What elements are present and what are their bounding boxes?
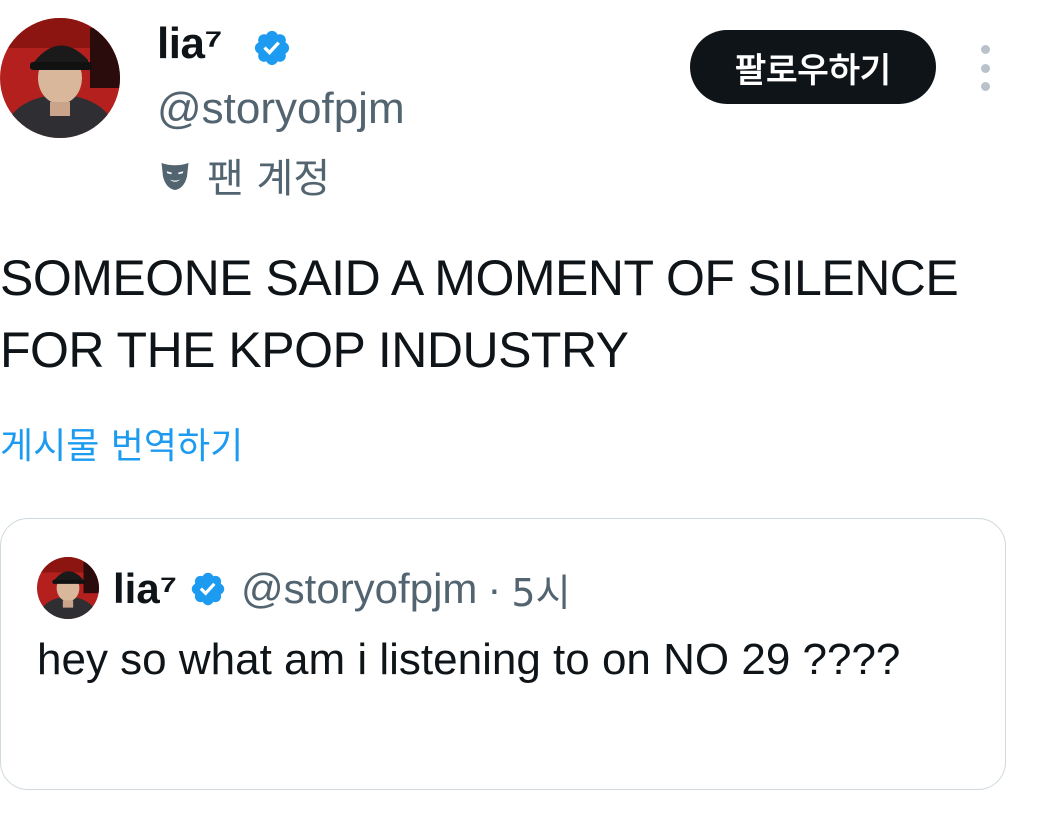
author-display-name[interactable]: lia⁷ — [157, 14, 223, 74]
more-dot — [980, 82, 990, 91]
separator-dot: · — [487, 565, 502, 612]
verified-badge-icon — [254, 30, 290, 66]
account-label-text: 팬 계정 — [207, 156, 331, 202]
follow-button[interactable]: 팔로우하기 — [690, 30, 936, 104]
more-options-icon[interactable] — [970, 45, 1000, 91]
author-avatar[interactable] — [0, 18, 120, 138]
post-text: SOMEONE SAID A MOMENT OF SILENCE FOR THE… — [0, 250, 959, 378]
quoted-author-name: lia⁷ — [113, 565, 178, 612]
quoted-author-handle: @storyofpjm — [241, 565, 478, 612]
translate-post-link[interactable]: 게시물 번역하기 — [0, 422, 243, 472]
author-handle[interactable]: @storyofpjm — [157, 80, 405, 138]
more-dot — [980, 45, 990, 54]
account-label: 팬 계정 — [157, 150, 330, 202]
verified-badge-icon — [191, 572, 225, 606]
quoted-post-text: hey so what am i listening to on NO 29 ?… — [37, 635, 901, 684]
quoted-post-card[interactable]: lia⁷ @storyofpjm · 5시 hey so what am i l… — [0, 518, 1006, 790]
theater-mask-icon — [161, 163, 189, 190]
quoted-author-avatar — [37, 557, 99, 619]
more-dot — [980, 63, 990, 73]
quoted-post-time: 5시 — [511, 570, 571, 615]
quoted-post-header: lia⁷ @storyofpjm · 5시 — [113, 557, 571, 621]
